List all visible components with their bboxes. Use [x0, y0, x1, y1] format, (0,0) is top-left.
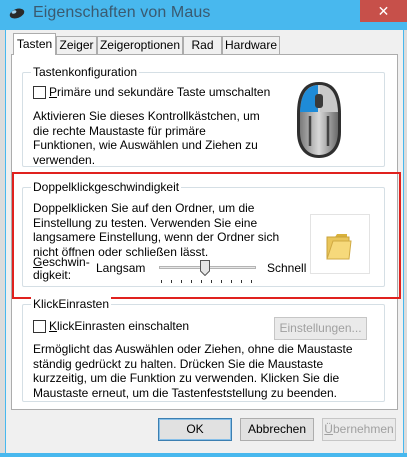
tab-hardware[interactable]: Hardware [222, 36, 280, 54]
swap-buttons-label[interactable]: Primäre und sekundäre Taste umschalten [49, 85, 270, 99]
title-bar: Eigenschaften von Maus ✕ [0, 0, 407, 30]
click-lock-label[interactable]: KlickEinrasten einschalten [49, 319, 189, 333]
tab-zeiger[interactable]: Zeiger [56, 36, 97, 54]
click-lock-checkbox[interactable] [33, 320, 46, 333]
close-icon: ✕ [377, 3, 390, 19]
click-lock-title: KlickEinrasten [31, 297, 112, 311]
click-lock-description: Ermöglicht das Auswählen oder Ziehen, oh… [33, 342, 353, 400]
window-border-bottom [0, 453, 407, 457]
cancel-button[interactable]: Abbrechen [240, 418, 314, 441]
click-lock-label-text: lickEinrasten einschalten [57, 319, 190, 333]
ok-button[interactable]: OK [158, 418, 232, 441]
apply-button-text: bernehmen [332, 422, 394, 436]
tab-zeigeroptionen[interactable]: Zeigeroptionen [97, 36, 183, 54]
mouse-icon [9, 8, 25, 19]
tab-rad[interactable]: Rad [183, 36, 222, 54]
swap-buttons-checkbox[interactable] [33, 86, 46, 99]
close-button[interactable]: ✕ [360, 0, 407, 22]
click-lock-settings-button[interactable]: Einstellungen... [274, 317, 367, 340]
button-config-title: Tastenkonfiguration [31, 65, 140, 79]
window-title: Eigenschaften von Maus [33, 4, 211, 21]
apply-button[interactable]: Übernehmen [322, 418, 396, 441]
highlight-box [12, 172, 401, 299]
tab-tasten[interactable]: Tasten [13, 33, 56, 55]
swap-buttons-label-text: rimäre und sekundäre Taste umschalten [57, 85, 271, 99]
mouse-illustration [297, 82, 341, 158]
button-config-description: Aktivieren Sie dieses Kontrollkästchen, … [33, 109, 260, 167]
